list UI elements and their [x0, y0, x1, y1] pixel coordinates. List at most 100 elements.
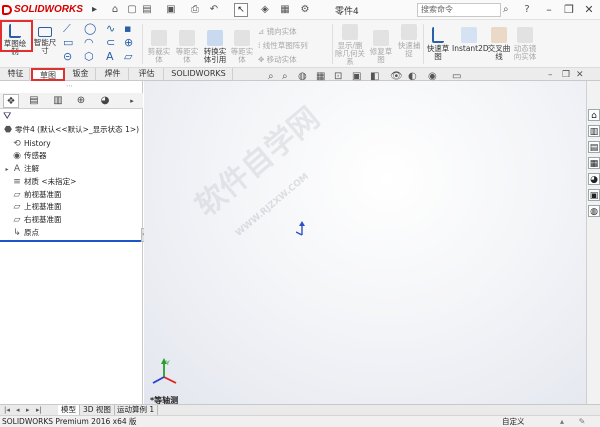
plane-icon[interactable]: ▱ — [124, 51, 132, 63]
tab-first-icon[interactable]: |◂ — [4, 405, 10, 415]
tree-item-right-plane[interactable]: ▱ 右视基准面 — [12, 214, 62, 226]
slot-tool-icon[interactable]: ⊝ — [63, 51, 72, 63]
tree-item-top-plane[interactable]: ▱ 上视基准面 — [12, 201, 62, 213]
solidworks-resources-icon[interactable]: ⌂ — [588, 109, 600, 121]
sketch-highlight — [0, 20, 33, 52]
linear-pattern-item[interactable]: ⁞ 线性草图阵列 — [258, 40, 308, 51]
undo-icon[interactable]: ↶ — [207, 3, 221, 17]
tree-item-annotations[interactable]: ▸ A 注解 — [4, 163, 39, 175]
svg-text:Y: Y — [165, 360, 170, 367]
new-document-icon[interactable]: ▢ — [125, 3, 139, 17]
close-icon[interactable]: ✕ — [580, 0, 598, 20]
rebuild-icon[interactable]: ◈ — [258, 3, 272, 17]
forum-icon[interactable]: ◍ — [588, 205, 600, 217]
restore-icon[interactable]: ❐ — [560, 0, 578, 20]
feature-manager-tab-icon[interactable]: ❖ — [3, 94, 19, 108]
tab-sheet-metal[interactable]: 钣金 — [66, 68, 96, 81]
spline-icon[interactable]: ∿ — [106, 23, 115, 35]
property-manager-tab-icon[interactable]: ▤ — [26, 94, 42, 108]
help-icon[interactable]: ? — [520, 3, 534, 17]
front-plane-icon: ▱ — [13, 190, 21, 200]
equidistant-button[interactable]: 等距实体 — [229, 30, 255, 64]
offset-entities-button[interactable]: 等距实体 — [174, 30, 200, 64]
tab-prev-icon[interactable]: ◂ — [16, 405, 20, 415]
convert-entities-button[interactable]: 转换实体引用 — [202, 30, 228, 64]
tree-item-history[interactable]: ⟲ History — [12, 138, 50, 150]
filter-icon[interactable]: ⛛ — [3, 111, 11, 122]
help-popup-icon[interactable]: ✎ — [579, 417, 586, 426]
minimize-icon[interactable]: – — [540, 0, 558, 20]
tab-mbd[interactable]: SOLIDWORKS MBD — [165, 68, 233, 90]
text-icon[interactable]: A — [106, 51, 114, 63]
search-commands-input[interactable]: 搜索命令 — [417, 3, 501, 17]
bottom-tab-bar: |◂ ◂ ▸ ▸| 模型 3D 视图 运动算例 1 — [0, 404, 600, 416]
axis-triad-icon: Y — [150, 357, 180, 388]
doc-minimize-icon[interactable]: – — [548, 70, 553, 80]
file-properties-icon[interactable]: ▦ — [278, 3, 292, 17]
print-icon[interactable]: ⎙ — [188, 3, 202, 17]
status-icons: ▴ ✎ — [560, 416, 585, 427]
custom-properties-icon[interactable]: ▣ — [588, 189, 600, 201]
point-icon[interactable]: ▪ — [124, 23, 131, 35]
solidworks-logo[interactable]: SOLIDWORKS — [2, 2, 88, 18]
caret-up-icon[interactable]: ▴ — [560, 417, 564, 426]
panel-grip-icon[interactable]: ⋯ — [66, 83, 76, 90]
circle-icon[interactable]: ◯ — [84, 23, 96, 35]
tree-item-origin[interactable]: ↳ 原点 — [12, 227, 39, 239]
units-selector[interactable]: 自定义 — [502, 416, 525, 427]
options-gear-icon[interactable]: ⚙ — [298, 3, 312, 17]
appearances-icon[interactable]: ◕ — [588, 173, 600, 185]
trim-entities-button[interactable]: 剪裁实体 — [146, 30, 172, 64]
tree-item-material[interactable]: ≡ 材质 <未指定> — [12, 176, 76, 188]
repair-icon — [373, 30, 389, 46]
instant2d-button[interactable]: Instant2D — [452, 27, 489, 53]
rapid-sketch-button[interactable]: 快速草图 — [426, 27, 450, 61]
dynamic-mirror-button[interactable]: 动态镜向实体 — [512, 27, 538, 61]
tree-item-front-plane[interactable]: ▱ 前视基准面 — [12, 189, 62, 201]
rapid-sketch-icon — [432, 27, 444, 43]
display-manager-tab-icon[interactable]: ◕ — [97, 94, 113, 108]
tab-last-icon[interactable]: ▸| — [36, 405, 42, 415]
rectangle-icon[interactable]: ▭ — [63, 37, 73, 49]
feature-manager-panel: ⋯ ❖ ▤ ▥ ⊕ ◕ ▸ ⛛ ⬣ 零件4 (默认<<默认>_显示状态 1>) ⟲… — [0, 81, 143, 404]
tab-evaluate[interactable]: 评估 — [130, 68, 164, 81]
arc-icon[interactable]: ◠ — [84, 37, 94, 49]
expand-arrow-icon[interactable]: ▸ — [4, 164, 10, 176]
expand-menu-icon[interactable]: ▸ — [92, 2, 97, 18]
move-entities-item[interactable]: ✥ 移动实体 — [258, 54, 297, 65]
tree-item-sensors[interactable]: ◉ 传感器 — [12, 150, 46, 162]
quick-snaps-button[interactable]: 快速捕捉 — [396, 24, 422, 58]
centerline-icon[interactable]: ⊕ — [124, 37, 133, 49]
tab-weldments[interactable]: 焊件 — [97, 68, 129, 81]
select-tool-icon[interactable]: ↖ — [234, 3, 248, 17]
tab-sketch[interactable]: 草图 — [31, 68, 65, 81]
file-explorer-icon[interactable]: ▤ — [588, 141, 600, 153]
doc-close-icon[interactable]: ✕ — [576, 70, 584, 80]
graphics-area[interactable]: 软件自学网 WWW.RJZXW.COM Y *等轴测 — [144, 81, 586, 405]
tab-features[interactable]: 特征 — [2, 68, 30, 81]
view-palette-icon[interactable]: ▦ — [588, 157, 600, 169]
show-relations-button[interactable]: 显示/删除几何关系 — [335, 24, 365, 66]
smart-dimension-button[interactable]: 智能尺寸 — [33, 24, 57, 55]
dimxpert-tab-icon[interactable]: ⊕ — [73, 94, 89, 108]
mirror-entities-item[interactable]: ⊿ 镜向实体 — [258, 26, 297, 37]
slot-icon[interactable]: ⊂ — [106, 37, 115, 49]
tree-root[interactable]: ⬣ 零件4 (默认<<默认>_显示状态 1>) — [3, 124, 139, 136]
document-title: 零件4 — [335, 7, 359, 17]
tab-next-icon[interactable]: ▸ — [26, 405, 30, 415]
save-icon[interactable]: ▣ — [164, 3, 178, 17]
doc-restore-icon[interactable]: ❐ — [562, 70, 570, 80]
intersection-curve-button[interactable]: 交叉曲线 — [487, 27, 511, 61]
configuration-manager-tab-icon[interactable]: ▥ — [50, 94, 66, 108]
line-icon[interactable]: ⟋ — [63, 23, 71, 35]
equidistant-icon — [234, 30, 250, 46]
command-manager-ribbon: 草图绘制 智能尺寸 ⟋ ◯ ∿ ▭ ◠ ⊂ ⊝ ⬡ A ▪ ⊕ ▱ 剪裁实体 等… — [0, 20, 600, 68]
open-folder-icon[interactable]: ▤ — [140, 3, 154, 17]
panel-more-icon[interactable]: ▸ — [124, 94, 140, 108]
search-icon[interactable]: ⌕ — [503, 3, 517, 17]
design-library-icon[interactable]: ▥ — [588, 125, 600, 137]
rollback-bar[interactable] — [0, 240, 143, 242]
polygon-icon[interactable]: ⬡ — [84, 51, 94, 63]
repair-sketch-button[interactable]: 修复草图 — [367, 30, 395, 64]
home-icon[interactable]: ⌂ — [108, 3, 122, 17]
